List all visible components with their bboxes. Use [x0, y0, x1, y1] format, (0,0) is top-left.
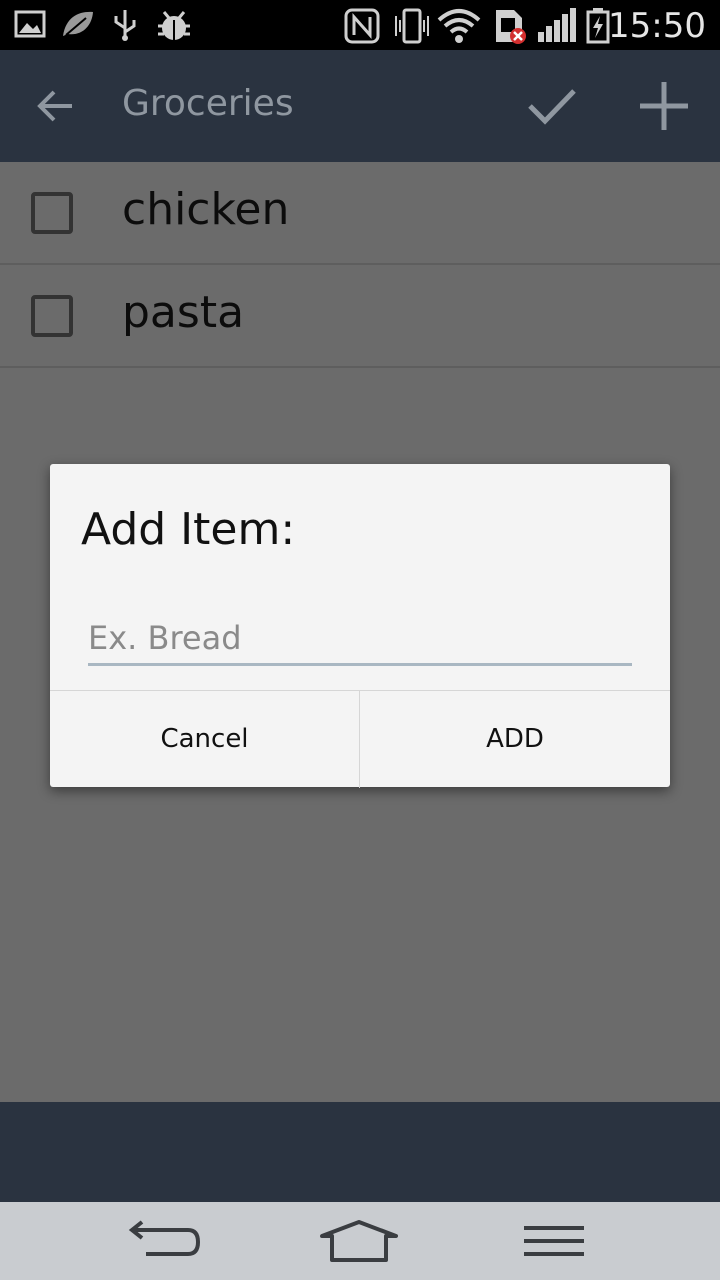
plus-icon[interactable]: [638, 80, 690, 132]
home-nav-icon[interactable]: [318, 1216, 400, 1266]
wifi-icon: [437, 9, 481, 43]
item-label: chicken: [122, 184, 290, 235]
item-name-input[interactable]: [88, 612, 632, 666]
sim-error-icon: [496, 10, 526, 44]
gallery-icon: [14, 10, 46, 38]
nav-bar: [0, 1202, 720, 1280]
vibrate-icon: [395, 8, 429, 44]
nfc-icon: [344, 8, 380, 44]
app-bar: Groceries: [0, 50, 720, 162]
check-icon[interactable]: [527, 86, 577, 126]
list-item[interactable]: pasta: [0, 265, 720, 368]
page-title: Groceries: [122, 83, 294, 124]
status-bar: 15:50: [0, 0, 720, 50]
usb-icon: [114, 10, 136, 41]
cancel-button[interactable]: Cancel: [50, 691, 360, 788]
signal-icon: [538, 8, 576, 42]
item-checkbox[interactable]: [31, 295, 73, 337]
dialog-actions: Cancel ADD: [50, 690, 670, 788]
item-label: pasta: [122, 287, 245, 338]
dialog-title: Add Item:: [81, 504, 296, 555]
back-arrow-icon[interactable]: [36, 86, 76, 126]
leaf-icon: [63, 11, 93, 36]
battery-charging-icon: [586, 8, 610, 44]
android-debug-icon: [158, 11, 190, 40]
bottom-bar: [0, 1102, 720, 1202]
item-checkbox[interactable]: [31, 192, 73, 234]
list-item[interactable]: chicken: [0, 162, 720, 265]
menu-nav-icon[interactable]: [522, 1216, 586, 1266]
back-nav-icon[interactable]: [128, 1216, 202, 1266]
add-item-dialog: Add Item: Cancel ADD: [50, 464, 670, 788]
clock: 15:50: [608, 6, 706, 46]
add-button[interactable]: ADD: [360, 691, 670, 788]
